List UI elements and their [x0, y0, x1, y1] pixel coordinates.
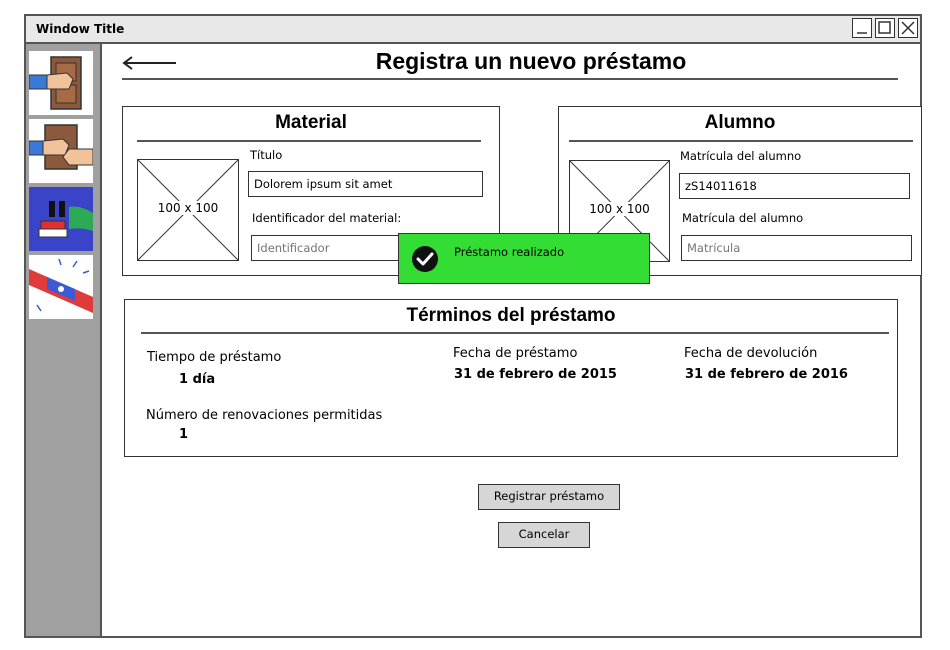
window-controls [852, 18, 918, 38]
terms-panel-divider [141, 332, 889, 334]
sidebar-item-handshake-book[interactable] [29, 119, 93, 183]
sidebar-item-door-knock[interactable] [29, 51, 93, 115]
matricula-label-1: Matrícula del alumno [680, 149, 802, 163]
titulo-label: Título [250, 148, 283, 162]
matricula-input-2[interactable] [681, 235, 912, 261]
app-window: Window Title Registra un nuevo préstamo … [24, 14, 922, 638]
maximize-button[interactable] [875, 18, 895, 38]
registrar-prestamo-button[interactable]: Registrar préstamo [478, 484, 620, 510]
alumno-image-label: 100 x 100 [588, 202, 651, 216]
renovaciones-label: Número de renovaciones permitidas [146, 408, 383, 423]
titulo-input[interactable] [248, 171, 483, 197]
minimize-button[interactable] [852, 18, 872, 38]
tiempo-value: 1 día [179, 372, 216, 387]
tiempo-label: Tiempo de préstamo [147, 350, 282, 365]
material-image-label: 100 x 100 [156, 201, 220, 215]
close-icon [901, 21, 915, 35]
material-panel-divider [137, 140, 481, 142]
fecha-devolucion-value: 31 de febrero de 2016 [685, 367, 848, 382]
sidebar-item-paused-book[interactable] [29, 187, 93, 251]
material-panel-title: Material [275, 112, 347, 133]
fecha-devolucion-label: Fecha de devolución [684, 346, 818, 361]
terms-panel-title: Términos del préstamo [406, 305, 616, 326]
fecha-prestamo-label: Fecha de préstamo [453, 346, 578, 361]
success-toast: Préstamo realizado [398, 233, 650, 284]
page-title: Registra un nuevo préstamo [375, 48, 687, 74]
minimize-icon [857, 32, 867, 34]
window-title: Window Title [36, 22, 125, 36]
main-content: Registra un nuevo préstamo Material 100 … [104, 44, 922, 636]
cancelar-button[interactable]: Cancelar [498, 522, 590, 548]
toast-message: Préstamo realizado [454, 245, 565, 259]
matricula-label-2: Matrícula del alumno [682, 211, 804, 225]
title-bar: Window Title [26, 16, 920, 44]
material-image-placeholder: 100 x 100 [137, 159, 239, 261]
title-divider [122, 78, 898, 80]
door-knock-icon [29, 56, 82, 110]
alumno-panel-title: Alumno [704, 112, 776, 133]
maximize-icon [878, 21, 891, 34]
identificador-label: Identificador del material: [252, 211, 402, 225]
close-button[interactable] [898, 18, 918, 38]
handshake-book-icon [29, 124, 93, 170]
check-circle-icon [412, 246, 438, 272]
siren-alert-icon [29, 258, 93, 313]
sidebar [26, 44, 102, 636]
paused-book-icon [38, 201, 93, 238]
renovaciones-value: 1 [179, 427, 189, 442]
sidebar-item-siren-alert[interactable] [29, 255, 93, 319]
alumno-panel-divider [569, 140, 913, 142]
matricula-input-1[interactable] [679, 173, 910, 199]
fecha-prestamo-value: 31 de febrero de 2015 [454, 367, 617, 382]
terms-panel: Términos del préstamo Tiempo de préstamo… [124, 299, 898, 457]
